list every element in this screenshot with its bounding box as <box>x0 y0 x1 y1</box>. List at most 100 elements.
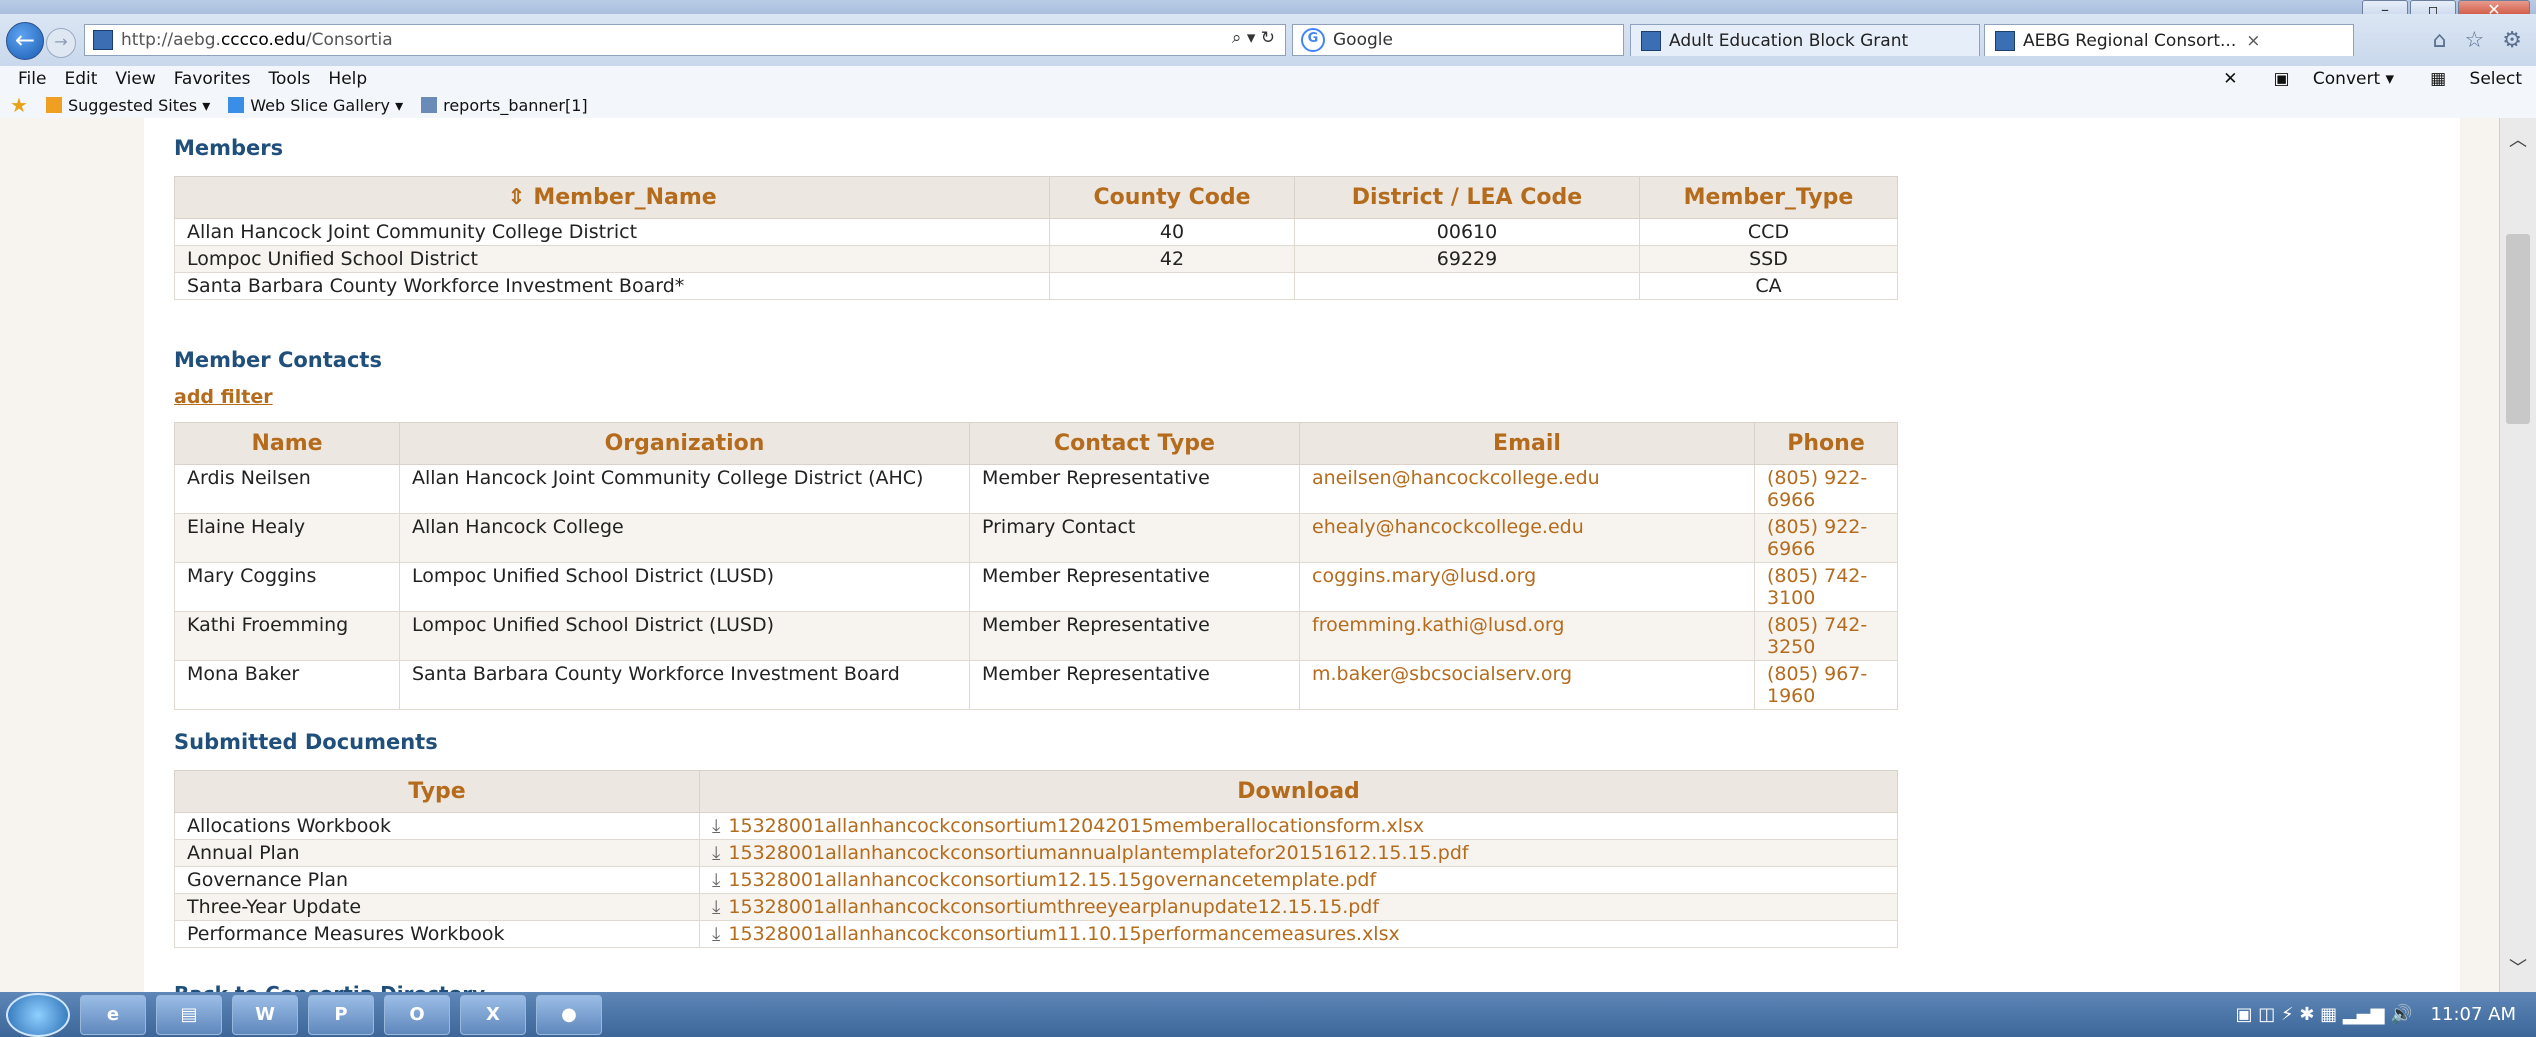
table-row: Governance Plan ⤓ 15328001allanhancockcon… <box>174 866 1898 894</box>
download-link[interactable]: ⤓ 15328001allanhancockconsortium12.15.15g… <box>699 866 1898 894</box>
contact-type-cell: Member Representative <box>969 562 1300 612</box>
tab-favicon <box>1641 30 1661 51</box>
contact-name-cell: Elaine Healy <box>174 513 400 563</box>
column-header-county-code[interactable]: County Code <box>1049 176 1295 219</box>
menu-favorites[interactable]: Favorites <box>174 69 251 89</box>
contact-name-cell: Ardis Neilsen <box>174 464 400 514</box>
forward-button[interactable]: → <box>46 28 76 58</box>
menu-bar: File Edit View Favorites Tools Help ✕ ▣ … <box>0 66 2536 92</box>
vertical-scrollbar[interactable]: ︿ ﹀ <box>2499 118 2536 992</box>
tab-label: Adult Education Block Grant <box>1669 30 1909 51</box>
column-header-name[interactable]: Name <box>174 422 400 465</box>
contact-name-cell: Mary Coggins <box>174 562 400 612</box>
gear-icon[interactable]: ⚙ <box>2502 28 2522 53</box>
member-name-cell: Allan Hancock Joint Community College Di… <box>174 218 1050 246</box>
tab-aebg-regional[interactable]: AEBG Regional Consort... × <box>1984 24 2354 56</box>
column-header-contact-type[interactable]: Contact Type <box>969 422 1300 465</box>
close-x-icon[interactable]: ✕ <box>2223 69 2237 89</box>
scroll-down-arrow-icon[interactable]: ﹀ <box>2500 954 2536 984</box>
start-button[interactable] <box>6 992 70 1037</box>
tray-icons[interactable]: ▣ ◫ ⚡ ✱ ▦ ▂▄▆ 🔊 <box>2236 1004 2413 1025</box>
web-slice-gallery-link[interactable]: Web Slice Gallery ▾ <box>228 96 403 115</box>
scroll-thumb[interactable] <box>2506 234 2530 424</box>
download-link[interactable]: ⤓ 15328001allanhancockconsortiumannualpla… <box>699 839 1898 867</box>
favorites-star-icon[interactable]: ★ <box>10 93 28 117</box>
close-tab-icon[interactable]: × <box>2246 31 2260 51</box>
county-code-cell: 42 <box>1049 245 1295 273</box>
search-box[interactable]: G Google <box>1292 24 1624 56</box>
contact-type-cell: Member Representative <box>969 464 1300 514</box>
convert-button[interactable]: ▣ Convert ▾ <box>2273 69 2394 89</box>
members-table: ⇕ Member_Name County Code District / LEA… <box>174 176 1898 300</box>
tab-adult-education[interactable]: Adult Education Block Grant <box>1630 24 1980 56</box>
table-row: Three-Year Update ⤓ 15328001allanhancockc… <box>174 893 1898 921</box>
taskbar-chrome-button[interactable]: ● <box>536 994 602 1035</box>
search-provider-label: Google <box>1333 30 1393 50</box>
phone-link[interactable]: (805) 922-6966 <box>1754 513 1898 563</box>
email-link[interactable]: ehealy@hancockcollege.edu <box>1299 513 1755 563</box>
download-link[interactable]: ⤓ 15328001allanhancockconsortium11.10.15p… <box>699 920 1898 948</box>
table-row: Ardis Neilsen Allan Hancock Joint Commun… <box>174 464 1898 514</box>
select-button[interactable]: ▦ Select <box>2430 69 2522 89</box>
back-to-directory-link[interactable]: Back to Consortia Directory <box>174 982 485 992</box>
email-link[interactable]: coggins.mary@lusd.org <box>1299 562 1755 612</box>
clock[interactable]: 11:07 AM <box>2431 1004 2516 1025</box>
favorites-bar: ★ Suggested Sites ▾ Web Slice Gallery ▾ … <box>0 92 2536 119</box>
email-link[interactable]: m.baker@sbcsocialserv.org <box>1299 660 1755 710</box>
column-header-phone[interactable]: Phone <box>1754 422 1898 465</box>
favorites-star-icon[interactable]: ☆ <box>2465 28 2485 53</box>
site-favicon <box>93 30 113 50</box>
column-header-organization[interactable]: Organization <box>399 422 970 465</box>
phone-link[interactable]: (805) 742-3100 <box>1754 562 1898 612</box>
home-icon[interactable]: ⌂ <box>2433 28 2447 53</box>
tab-favicon <box>1995 30 2015 51</box>
page-body: Members ⇕ Member_Name County Code Distri… <box>144 118 2460 992</box>
download-link[interactable]: ⤓ 15328001allanhancockconsortiumthreeyear… <box>699 893 1898 921</box>
menu-edit[interactable]: Edit <box>64 69 97 89</box>
column-header-email[interactable]: Email <box>1299 422 1755 465</box>
taskbar-excel-button[interactable]: X <box>460 994 526 1035</box>
phone-link[interactable]: (805) 967-1960 <box>1754 660 1898 710</box>
download-icon: ⤓ <box>712 923 721 945</box>
column-header-member-name[interactable]: ⇕ Member_Name <box>174 176 1050 219</box>
taskbar-explorer-button[interactable]: ▤ <box>156 994 222 1035</box>
menu-file[interactable]: File <box>18 69 46 89</box>
scroll-up-arrow-icon[interactable]: ︿ <box>2500 126 2536 156</box>
taskbar-word-button[interactable]: W <box>232 994 298 1035</box>
members-heading: Members <box>174 136 284 160</box>
contact-name-cell: Mona Baker <box>174 660 400 710</box>
windows-taskbar: e ▤ W P O X ● ▣ ◫ ⚡ ✱ ▦ ▂▄▆ 🔊 11:07 AM <box>0 992 2536 1037</box>
email-link[interactable]: froemming.kathi@lusd.org <box>1299 611 1755 661</box>
phone-link[interactable]: (805) 922-6966 <box>1754 464 1898 514</box>
column-header-download[interactable]: Download <box>699 770 1898 813</box>
organization-cell: Allan Hancock Joint Community College Di… <box>399 464 970 514</box>
column-header-type[interactable]: Type <box>174 770 700 813</box>
column-header-member-type[interactable]: Member_Type <box>1639 176 1898 219</box>
phone-link[interactable]: (805) 742-3250 <box>1754 611 1898 661</box>
menu-view[interactable]: View <box>115 69 155 89</box>
email-link[interactable]: aneilsen@hancockcollege.edu <box>1299 464 1755 514</box>
column-header-district-code[interactable]: District / LEA Code <box>1294 176 1640 219</box>
search-refresh-icons[interactable]: ⌕ ▾ ↻ <box>1232 28 1275 48</box>
add-filter-link[interactable]: add filter <box>174 386 273 408</box>
taskbar-ie-button[interactable]: e <box>80 994 146 1035</box>
menu-tools[interactable]: Tools <box>269 69 311 89</box>
taskbar-outlook-button[interactable]: O <box>384 994 450 1035</box>
back-button[interactable]: ← <box>6 22 44 60</box>
address-bar[interactable]: http://aebg.cccco.edu/Consortia ⌕ ▾ ↻ <box>84 24 1286 56</box>
member-contacts-heading: Member Contacts <box>174 348 382 372</box>
download-link[interactable]: ⤓ 15328001allanhancockconsortium12042015m… <box>699 812 1898 840</box>
submitted-documents-heading: Submitted Documents <box>174 730 438 754</box>
table-row: Allan Hancock Joint Community College Di… <box>174 218 1898 246</box>
taskbar-powerpoint-button[interactable]: P <box>308 994 374 1035</box>
table-row: Kathi Froemming Lompoc Unified School Di… <box>174 611 1898 661</box>
district-code-cell: 69229 <box>1294 245 1640 273</box>
document-type-cell: Allocations Workbook <box>174 812 700 840</box>
reports-banner-link[interactable]: reports_banner[1] <box>421 96 588 115</box>
suggested-sites-link[interactable]: Suggested Sites ▾ <box>45 96 210 115</box>
member-name-cell: Santa Barbara County Workforce Investmen… <box>174 272 1050 300</box>
google-icon: G <box>1301 28 1325 52</box>
menu-help[interactable]: Help <box>328 69 367 89</box>
download-icon: ⤓ <box>712 869 721 891</box>
submitted-documents-table: Type Download Allocations Workbook ⤓ 1532… <box>174 770 1898 948</box>
